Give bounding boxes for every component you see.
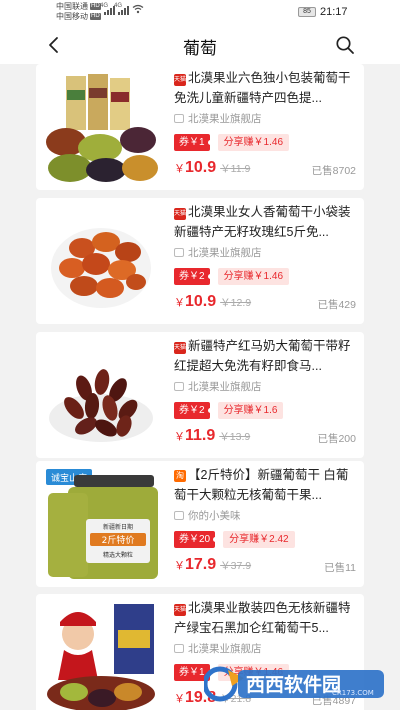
coupon-badge[interactable]: 券￥20 xyxy=(174,531,219,548)
coupon-badge[interactable]: 券￥2 xyxy=(174,268,213,285)
product-card[interactable]: 诚宝山庄 新疆新日期 2斤特价 精选大颗粒 淘【2斤特价】新疆葡萄干 白葡萄干大… xyxy=(36,461,364,587)
product-image[interactable] xyxy=(44,600,158,710)
price: ￥10.9 xyxy=(174,159,217,176)
product-image[interactable]: 诚宝山庄 新疆新日期 2斤特价 精选大颗粒 xyxy=(44,467,158,581)
clock: 21:17 xyxy=(320,6,348,18)
product-title[interactable]: 天猫 北漠果业散装四色无核新疆特产绿宝石黑加仑红葡萄干5... xyxy=(174,598,358,638)
shop-name[interactable]: 北漠果业旗舰店 xyxy=(174,246,358,260)
coupon-badge[interactable]: 券￥2 xyxy=(174,402,213,419)
product-card[interactable]: 天猫 北漠果业女人香葡萄干小袋装新疆特产无籽玫瑰红5斤免... 北漠果业旗舰店 券… xyxy=(36,198,364,324)
price: ￥10.9 xyxy=(174,293,217,310)
original-price: ￥11.9 xyxy=(220,163,251,175)
nav-header: 葡萄 xyxy=(0,26,400,64)
tmall-badge-icon: 天猫 xyxy=(174,74,186,86)
svg-text:CR173.COM: CR173.COM xyxy=(332,689,374,697)
product-card[interactable]: 天猫 北漠果业六色独小包装葡萄干免洗儿童新疆特产四色提... 北漠果业旗舰店 券￥… xyxy=(36,64,364,190)
carrier-1: 中国联通 HD xyxy=(56,2,101,11)
shop-name[interactable]: 你的小美味 xyxy=(174,509,358,523)
share-earn-button[interactable]: 分享赚￥1.46 xyxy=(217,268,290,285)
watermark-logo: 西西软件园 CR173.COM xyxy=(202,662,388,702)
product-image[interactable] xyxy=(44,204,158,318)
svg-text:2斤特价: 2斤特价 xyxy=(102,534,135,546)
sold-count: 已售8702 xyxy=(311,165,356,177)
shop-icon xyxy=(174,248,184,257)
search-icon[interactable] xyxy=(335,35,355,55)
svg-text:精选大颗粒: 精选大颗粒 xyxy=(103,551,133,559)
product-title[interactable]: 淘【2斤特价】新疆葡萄干 白葡萄干大颗粒无核葡萄干果... xyxy=(174,465,358,505)
product-list[interactable]: 天猫 北漠果业六色独小包装葡萄干免洗儿童新疆特产四色提... 北漠果业旗舰店 券￥… xyxy=(36,64,364,710)
shop-icon xyxy=(174,644,184,653)
product-image[interactable] xyxy=(44,70,158,184)
price: ￥11.9 xyxy=(174,427,216,444)
svg-text:新疆新日期: 新疆新日期 xyxy=(103,523,133,531)
shop-name[interactable]: 北漠果业旗舰店 xyxy=(174,112,358,126)
shop-icon xyxy=(174,382,184,391)
original-price: ￥13.9 xyxy=(219,431,251,443)
product-card[interactable]: 天猫 新疆特产红马奶大葡萄干带籽红提超大免洗有籽即食马... 北漠果业旗舰店 券￥… xyxy=(36,332,364,458)
sold-count: 已售429 xyxy=(317,299,356,311)
shop-icon xyxy=(174,511,184,520)
carrier-2: 中国移动 HD xyxy=(56,12,101,21)
battery-icon: 85 xyxy=(298,7,316,17)
product-title[interactable]: 天猫 新疆特产红马奶大葡萄干带籽红提超大免洗有籽即食马... xyxy=(174,336,358,376)
status-bar: 中国联通 HD 中国移动 HD 4G 4G 85 21:17 xyxy=(0,0,400,26)
price: ￥17.9 xyxy=(174,556,217,573)
shop-icon xyxy=(174,114,184,123)
coupon-badge[interactable]: 券￥1 xyxy=(174,134,213,151)
product-title[interactable]: 天猫 北漠果业六色独小包装葡萄干免洗儿童新疆特产四色提... xyxy=(174,68,358,108)
tmall-badge-icon: 天猫 xyxy=(174,604,186,616)
product-title[interactable]: 天猫 北漠果业女人香葡萄干小袋装新疆特产无籽玫瑰红5斤免... xyxy=(174,202,358,242)
tmall-badge-icon: 天猫 xyxy=(174,342,186,354)
sold-count: 已售11 xyxy=(324,562,356,574)
svg-text:西西软件园: 西西软件园 xyxy=(246,673,341,696)
original-price: ￥12.9 xyxy=(220,297,252,309)
original-price: ￥37.9 xyxy=(220,560,252,572)
taobao-badge-icon: 淘 xyxy=(174,470,186,482)
shop-name[interactable]: 北漠果业旗舰店 xyxy=(174,642,358,656)
tmall-badge-icon: 天猫 xyxy=(174,208,186,220)
signal-icon-2: 4G xyxy=(114,3,132,15)
sold-count: 已售200 xyxy=(317,433,356,445)
wifi-icon xyxy=(132,4,144,14)
product-image[interactable] xyxy=(44,338,158,452)
share-earn-button[interactable]: 分享赚￥1.6 xyxy=(217,402,284,419)
shop-name[interactable]: 北漠果业旗舰店 xyxy=(174,380,358,394)
share-earn-button[interactable]: 分享赚￥2.42 xyxy=(223,531,295,548)
share-earn-button[interactable]: 分享赚￥1.46 xyxy=(217,134,290,151)
